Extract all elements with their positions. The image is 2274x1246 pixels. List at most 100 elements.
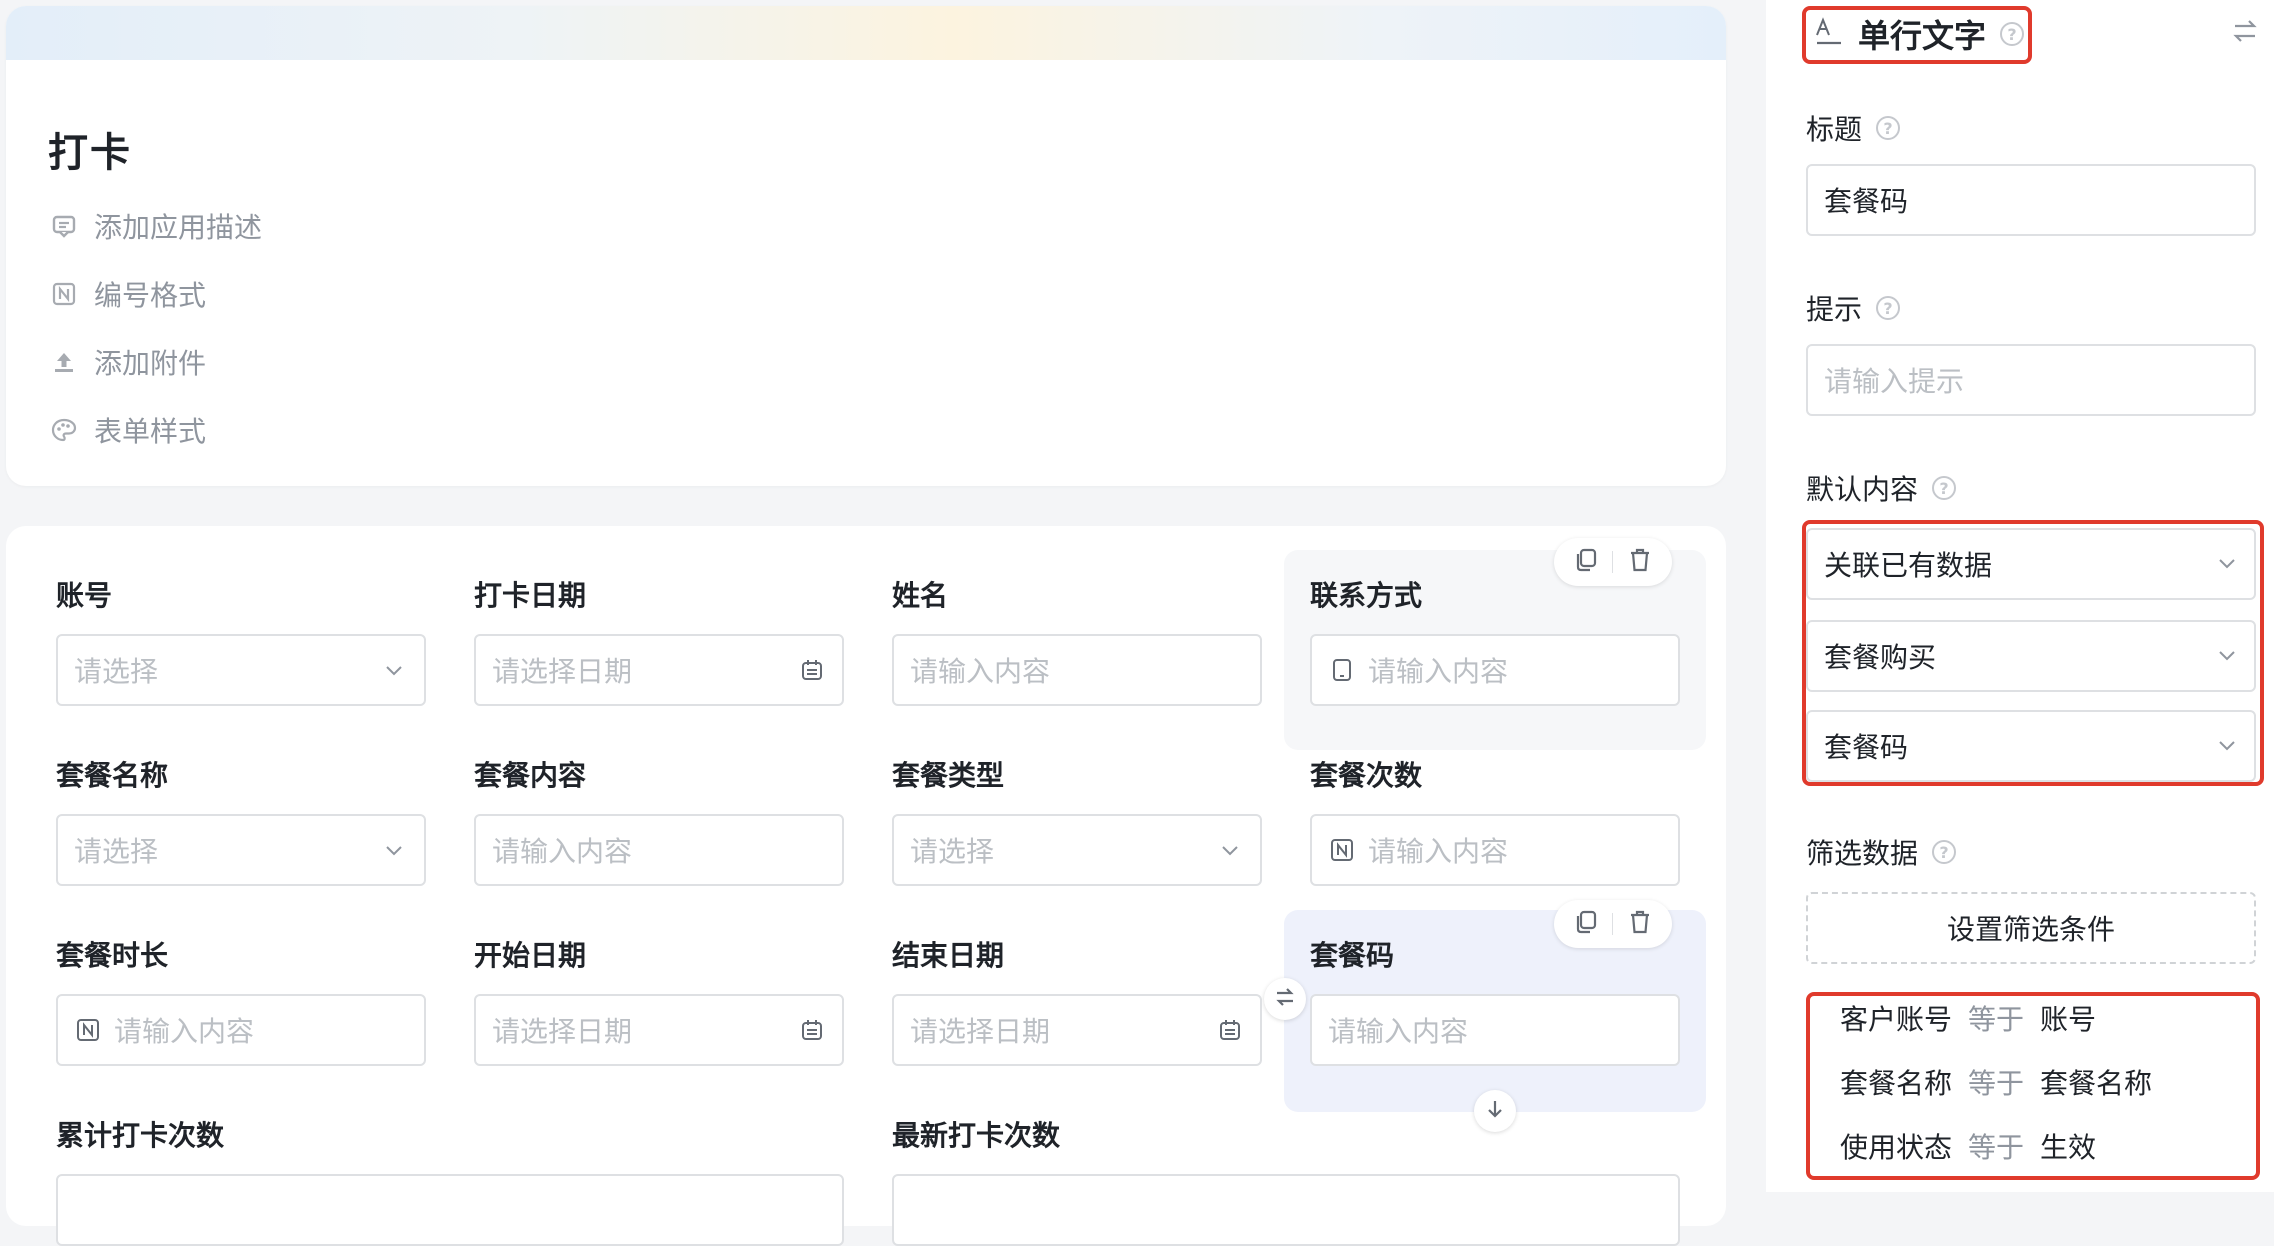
field-type-label: 单行文字 <box>1858 17 1987 55</box>
numbering-icon <box>50 280 78 308</box>
condition-field: 套餐名称 <box>1840 1067 1953 1100</box>
hint-label: 提示 ? <box>1806 288 1901 328</box>
phone-icon <box>1328 656 1356 684</box>
help-icon[interactable]: ? <box>2000 22 2025 46</box>
field-label-total-checkins: 累计打卡次数 <box>56 1119 225 1152</box>
copy-icon[interactable] <box>1573 909 1599 939</box>
placeholder: 请选择 <box>910 835 995 868</box>
header-banner <box>6 6 1726 60</box>
calendar-icon <box>798 656 826 684</box>
field-label-package-duration: 套餐时长 <box>56 939 169 972</box>
switch-type-icon[interactable] <box>2230 16 2260 50</box>
end-date-picker[interactable]: 请选择日期 <box>892 994 1262 1066</box>
field-type-header[interactable]: 单行文字 ? <box>1814 12 2025 56</box>
linked-form-value: 套餐购买 <box>1824 641 1937 674</box>
default-content-label: 默认内容 ? <box>1806 468 1957 508</box>
meta-label: 添加附件 <box>94 347 207 380</box>
upload-icon <box>50 348 78 376</box>
chevron-down-icon <box>2216 640 2238 673</box>
package-code-input[interactable]: 请输入内容 <box>1310 994 1680 1066</box>
title-value: 套餐码 <box>1824 185 1909 218</box>
default-mode-value: 关联已有数据 <box>1824 549 1993 582</box>
placeholder: 请输入内容 <box>1368 655 1509 688</box>
calendar-icon <box>1216 1016 1244 1044</box>
field-properties-panel: 单行文字 ? 标题 ? 套餐码 提示 ? 请输入提示 默认内容 ? 关联已有数据… <box>1766 0 2274 1192</box>
hint-label-text: 提示 <box>1806 293 1863 326</box>
text-field-icon <box>1814 17 1844 51</box>
title-input[interactable]: 套餐码 <box>1806 164 2256 236</box>
placeholder: 请选择日期 <box>492 655 633 688</box>
start-date-picker[interactable]: 请选择日期 <box>474 994 844 1066</box>
move-down-button[interactable] <box>1474 1090 1516 1132</box>
copy-icon[interactable] <box>1573 547 1599 577</box>
condition-value: 生效 <box>2040 1131 2097 1164</box>
field-label-package-code: 套餐码 <box>1310 939 1395 972</box>
condition-operator: 等于 <box>1968 1067 2025 1100</box>
default-label-text: 默认内容 <box>1806 473 1919 506</box>
field-label-end-date: 结束日期 <box>892 939 1005 972</box>
meta-label: 表单样式 <box>94 415 207 448</box>
package-type-select[interactable]: 请选择 <box>892 814 1262 886</box>
help-icon[interactable]: ? <box>1932 840 1957 864</box>
placeholder: 请选择日期 <box>910 1015 1051 1048</box>
field-label-checkin-date: 打卡日期 <box>474 579 587 612</box>
contact-input[interactable]: 请输入内容 <box>1310 634 1680 706</box>
field-label-package-name: 套餐名称 <box>56 759 169 792</box>
filter-condition-row: 套餐名称 等于 套餐名称 <box>1840 1062 2152 1102</box>
help-icon[interactable]: ? <box>1932 476 1957 500</box>
chevron-down-icon <box>2216 548 2238 581</box>
account-select[interactable]: 请选择 <box>56 634 426 706</box>
placeholder: 请输入内容 <box>1368 835 1509 868</box>
title-label: 标题 ? <box>1806 108 1901 148</box>
delete-icon[interactable] <box>1627 547 1653 577</box>
app-header-card: 打卡 添加应用描述 编号格式 添加附件 表单样式 <box>6 6 1726 486</box>
meta-label: 添加应用描述 <box>94 211 263 244</box>
package-count-input[interactable]: 请输入内容 <box>1310 814 1680 886</box>
palette-icon <box>50 416 78 444</box>
chevron-down-icon <box>380 836 408 864</box>
add-attachment-button[interactable]: 添加附件 <box>50 342 206 382</box>
app-title[interactable]: 打卡 <box>48 120 132 178</box>
condition-value: 套餐名称 <box>2040 1067 2153 1100</box>
field-label-package-count: 套餐次数 <box>1310 759 1423 792</box>
set-filter-button[interactable]: 设置筛选条件 <box>1806 892 2256 964</box>
checkin-date-picker[interactable]: 请选择日期 <box>474 634 844 706</box>
linked-form-select[interactable]: 套餐购买 <box>1806 620 2256 692</box>
condition-field: 客户账号 <box>1840 1003 1953 1036</box>
add-description-button[interactable]: 添加应用描述 <box>50 206 262 246</box>
package-name-select[interactable]: 请选择 <box>56 814 426 886</box>
linked-field-select[interactable]: 套餐码 <box>1806 710 2256 782</box>
hint-input[interactable]: 请输入提示 <box>1806 344 2256 416</box>
field-label-account: 账号 <box>56 579 113 612</box>
placeholder: 请选择日期 <box>492 1015 633 1048</box>
placeholder: 请输入内容 <box>492 835 633 868</box>
name-input[interactable]: 请输入内容 <box>892 634 1262 706</box>
default-mode-select[interactable]: 关联已有数据 <box>1806 528 2256 600</box>
form-style-button[interactable]: 表单样式 <box>50 410 206 450</box>
field-label-latest-checkins: 最新打卡次数 <box>892 1119 1061 1152</box>
arrow-down-icon <box>1484 1098 1506 1124</box>
placeholder: 请选择 <box>74 835 159 868</box>
condition-operator: 等于 <box>1968 1003 2025 1036</box>
package-content-input[interactable]: 请输入内容 <box>474 814 844 886</box>
swap-width-button[interactable] <box>1264 978 1306 1020</box>
numbering-format-button[interactable]: 编号格式 <box>50 274 206 314</box>
number-icon <box>74 1016 102 1044</box>
package-duration-input[interactable]: 请输入内容 <box>56 994 426 1066</box>
help-icon[interactable]: ? <box>1876 116 1901 140</box>
total-checkins-input[interactable] <box>56 1174 844 1246</box>
filter-condition-row: 客户账号 等于 账号 <box>1840 998 2096 1038</box>
field-label-contact: 联系方式 <box>1310 579 1423 612</box>
hint-placeholder: 请输入提示 <box>1824 365 1965 398</box>
field-label-package-type: 套餐类型 <box>892 759 1005 792</box>
swap-icon <box>1273 985 1297 1013</box>
condition-value: 账号 <box>2040 1003 2097 1036</box>
condition-field: 使用状态 <box>1840 1131 1953 1164</box>
placeholder: 请输入内容 <box>910 655 1051 688</box>
latest-checkins-input[interactable] <box>892 1174 1680 1246</box>
comment-icon <box>50 212 78 240</box>
help-icon[interactable]: ? <box>1876 296 1901 320</box>
delete-icon[interactable] <box>1627 909 1653 939</box>
field-toolbar <box>1554 900 1672 948</box>
filter-data-label: 筛选数据 ? <box>1806 832 1957 872</box>
